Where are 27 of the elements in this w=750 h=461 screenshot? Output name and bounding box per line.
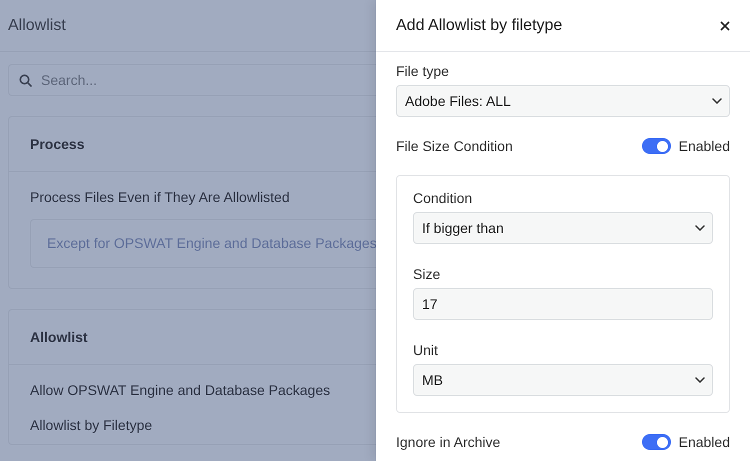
field-label: Size	[413, 266, 442, 283]
select-field[interactable]: MB	[413, 364, 713, 396]
field-label: File type	[396, 63, 450, 80]
chevron-down-icon	[695, 377, 705, 383]
select-field[interactable]: Adobe Files: ALL	[396, 85, 730, 117]
close-icon[interactable]	[720, 20, 730, 30]
drawer-title: Add Allowlist by filetype	[396, 16, 562, 36]
toggle-switch[interactable]	[642, 138, 671, 154]
toggle-switch[interactable]	[642, 434, 671, 450]
field-label: Unit	[413, 342, 439, 359]
input-field[interactable]: 17	[413, 288, 713, 320]
field-label: Condition	[413, 190, 474, 207]
toggle-label: File Size Condition	[396, 136, 513, 156]
option-label: Allowlist by Filetype	[30, 417, 154, 434]
toggle-state: Enabled	[678, 432, 730, 452]
option-label: Process Files Even if They Are Allowlisted	[30, 189, 291, 206]
page-title: Allowlist	[8, 16, 66, 36]
section-title: Allowlist	[30, 328, 88, 346]
section-title: Process	[30, 134, 84, 154]
search-icon	[19, 74, 32, 86]
toggle-label: Ignore in Archive	[396, 432, 500, 452]
note-box: Except for OPSWAT Engine and Database Packages	[30, 219, 376, 268]
option-label: Allow OPSWAT Engine and Database Packages	[30, 382, 332, 399]
select-field[interactable]: If bigger than	[413, 212, 713, 244]
chevron-down-icon	[695, 225, 705, 231]
toggle-state: Enabled	[678, 136, 730, 156]
chevron-down-icon	[712, 98, 722, 104]
